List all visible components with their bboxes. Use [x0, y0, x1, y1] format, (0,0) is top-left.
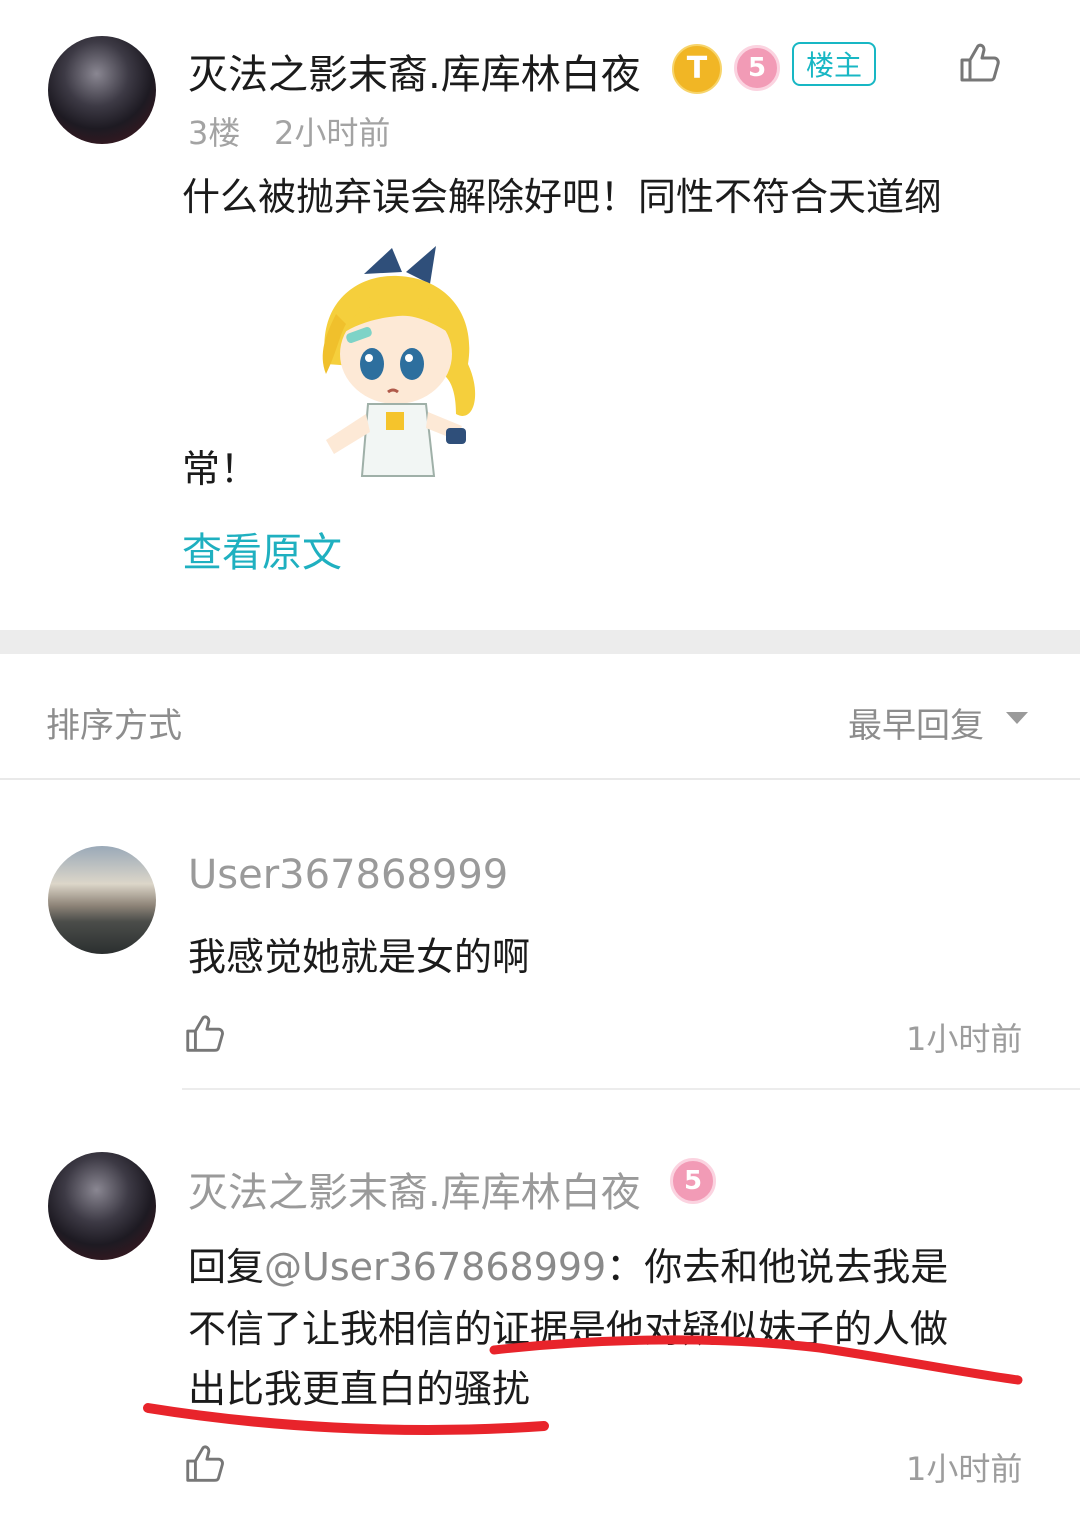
owner-tag: 楼主	[792, 42, 876, 86]
like-button[interactable]	[956, 38, 1004, 86]
sort-value: 最早回复	[848, 706, 984, 746]
reply-content-line1: 回复@User367868999：你去和他说去我是	[188, 1236, 948, 1291]
reply-colon: ：	[606, 1245, 645, 1289]
reply-content: 我感觉她就是女的啊	[188, 935, 531, 979]
level-badge: 5	[734, 45, 780, 91]
post-time: 2小时前	[274, 114, 391, 152]
level-badge: 5	[670, 1158, 716, 1204]
thumbs-up-icon	[186, 1445, 224, 1482]
reply-text: 你去和他说去我是	[644, 1245, 949, 1289]
reply-avatar[interactable]	[48, 846, 156, 954]
post-floor: 3楼	[188, 114, 241, 152]
reply-avatar[interactable]	[48, 1152, 156, 1260]
reply-time: 1小时前	[906, 1450, 1023, 1488]
reply-author-name[interactable]: 灭法之影末裔.库库林白夜	[188, 1160, 641, 1218]
thumbs-up-icon	[186, 1015, 224, 1052]
reply-prefix: 回复	[188, 1245, 265, 1289]
reply-like-button[interactable]	[182, 1010, 228, 1056]
view-original-link[interactable]: 查看原文	[182, 520, 342, 578]
reply-divider	[182, 1088, 1080, 1090]
reply-like-button[interactable]	[182, 1440, 228, 1486]
post-author-name[interactable]: 灭法之影末裔.库库林白夜	[188, 42, 641, 100]
sort-label: 排序方式	[46, 706, 182, 746]
red-underline-annotation	[143, 1335, 1023, 1435]
title-badge: T	[672, 44, 722, 94]
author-avatar[interactable]	[48, 36, 156, 144]
reply-author-name[interactable]: User367868999	[188, 852, 508, 898]
thumbs-up-icon	[960, 43, 1000, 82]
sort-dropdown[interactable]: 最早回复	[848, 696, 1038, 746]
post-content-line2: 常！	[182, 447, 259, 491]
section-divider	[0, 630, 1080, 654]
anime-girl-sticker[interactable]	[306, 244, 496, 484]
reply-time: 1小时前	[906, 1020, 1023, 1058]
post-content-line1: 什么被抛弃误会解除好吧！同性不符合天道纲	[182, 175, 943, 219]
chevron-down-icon	[1006, 712, 1028, 724]
mention-link[interactable]: @User367868999	[264, 1245, 606, 1289]
